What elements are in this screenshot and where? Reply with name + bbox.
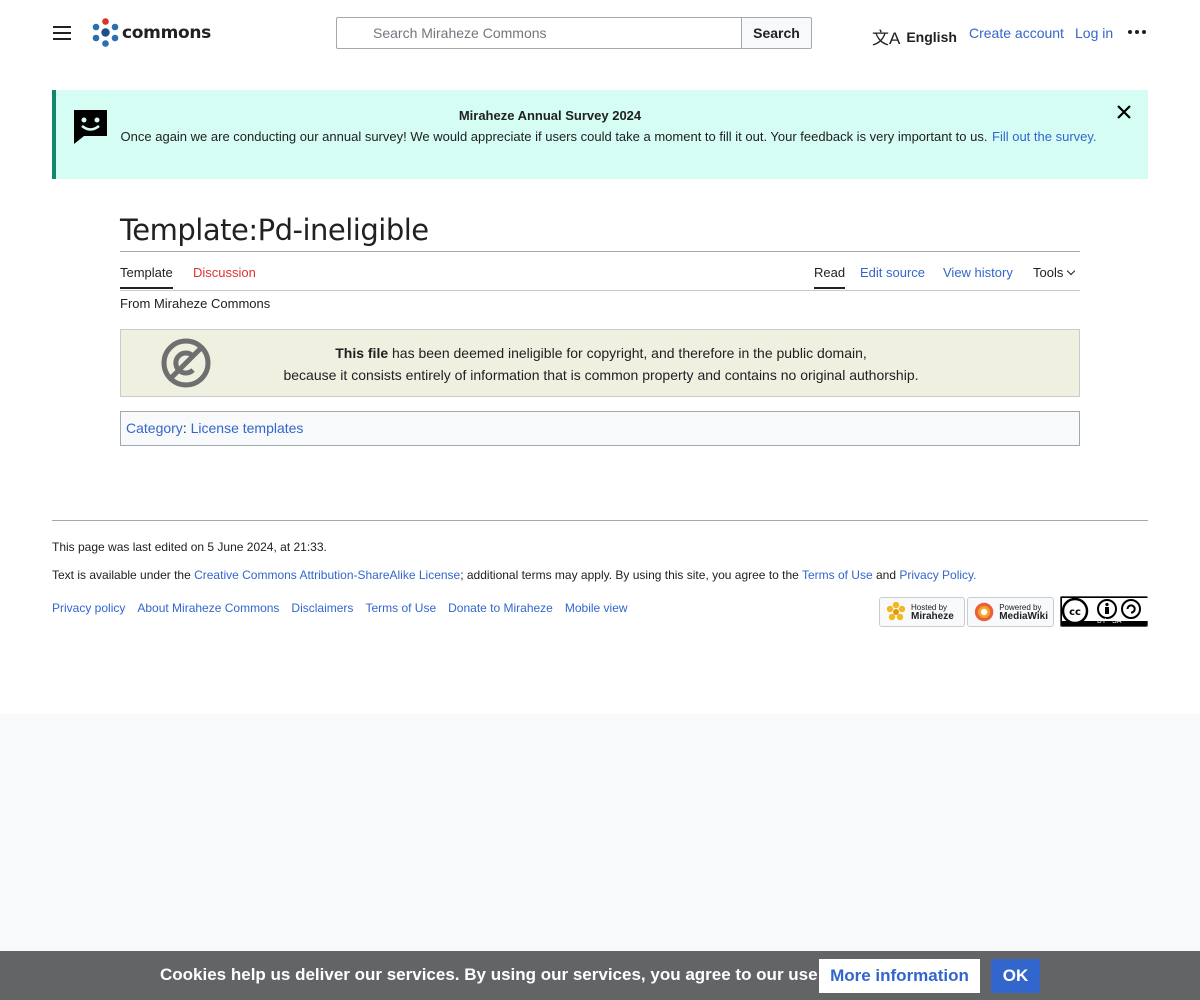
footer-link-disclaimers[interactable]: Disclaimers: [291, 601, 353, 615]
page-body: commons Search 文A English Create account…: [0, 0, 1200, 714]
translate-icon: 文A: [872, 29, 901, 48]
cookie-consent-bar: Cookies help us deliver our services. By…: [0, 951, 1200, 1000]
powered-by-name: MediaWiki: [999, 611, 1048, 622]
survey-link[interactable]: Fill out the survey.: [992, 127, 1097, 146]
svg-text:cc: cc: [1069, 607, 1081, 618]
close-icon[interactable]: [1116, 104, 1132, 120]
license-and: and: [872, 568, 900, 582]
tab-template[interactable]: Template: [120, 265, 173, 289]
privacy-policy-link[interactable]: Privacy Policy.: [899, 568, 976, 582]
cookie-text: Cookies help us deliver our services. By…: [160, 965, 912, 984]
footer-link-mobile[interactable]: Mobile view: [565, 601, 628, 615]
miraheze-flower-icon: [886, 601, 906, 621]
banner-title: Miraheze Annual Survey 2024: [458, 108, 642, 123]
language-selector[interactable]: 文A English: [872, 24, 957, 49]
login-link[interactable]: Log in: [1075, 25, 1113, 41]
search-box: [336, 17, 742, 49]
footer-link-about[interactable]: About Miraheze Commons: [137, 601, 279, 615]
chevron-down-icon: [1067, 266, 1076, 276]
banner-text: Once again we are conducting our annual …: [120, 129, 988, 144]
cookie-ok-button[interactable]: OK: [991, 959, 1040, 993]
ellipsis-icon[interactable]: [1128, 30, 1146, 34]
commons-logo-icon: [92, 18, 119, 47]
license-line-1-text: has been deemed ineligible for copyright…: [388, 345, 867, 361]
cookie-more-info-button[interactable]: More information: [819, 959, 980, 993]
tab-discussion[interactable]: Discussion: [193, 265, 256, 287]
search-input[interactable]: [337, 18, 742, 48]
hosted-by-miraheze-badge[interactable]: Hosted by Miraheze: [879, 597, 965, 627]
site-tagline: From Miraheze Commons: [120, 296, 271, 311]
public-domain-icon: [161, 338, 211, 388]
site-logo[interactable]: commons: [92, 18, 211, 47]
footer-divider: [52, 520, 1148, 521]
license-bold-lead: This file: [335, 345, 389, 361]
tab-view-history[interactable]: View history: [943, 265, 1013, 287]
cc-license-link[interactable]: Creative Commons Attribution-ShareAlike …: [194, 568, 460, 582]
tab-tools[interactable]: Tools: [1033, 265, 1076, 287]
search-button[interactable]: Search: [741, 17, 812, 49]
license-line-1: This file has been deemed ineligible for…: [241, 345, 961, 361]
tabs-divider: [120, 290, 1080, 291]
footer-link-terms[interactable]: Terms of Use: [365, 601, 436, 615]
category-separator: :: [182, 420, 191, 436]
category-box: Category: License templates: [120, 411, 1080, 446]
tab-tools-label: Tools: [1033, 265, 1064, 280]
license-box: This file has been deemed ineligible for…: [120, 329, 1080, 397]
logo-text: commons: [122, 22, 211, 43]
cc-by-sa-badge[interactable]: cc BY SA: [1060, 596, 1148, 627]
last-edited-text: This page was last edited on 5 June 2024…: [52, 540, 327, 554]
cc-badge-label: BY SA: [1097, 618, 1122, 625]
mediawiki-sunflower-icon: [974, 602, 994, 622]
category-link[interactable]: Category: [126, 420, 183, 436]
survey-banner: Miraheze Annual Survey 2024 Once again w…: [52, 90, 1148, 179]
search-icon: [349, 26, 363, 40]
footer-link-privacy[interactable]: Privacy policy: [52, 601, 125, 615]
language-label: English: [906, 28, 957, 45]
page-title: Template:Pd-ineligible: [120, 213, 429, 247]
footer-link-donate[interactable]: Donate to Miraheze: [448, 601, 553, 615]
footer-links: Privacy policy About Miraheze Commons Di…: [52, 601, 628, 615]
tab-edit-source[interactable]: Edit source: [860, 265, 925, 287]
footer-license-text: Text is available under the Creative Com…: [52, 568, 977, 582]
hamburger-menu-icon[interactable]: [53, 25, 71, 41]
hosted-by-name: Miraheze: [911, 611, 954, 622]
license-prefix: Text is available under the: [52, 568, 195, 582]
terms-link[interactable]: Terms of Use: [802, 568, 873, 582]
license-line-2: because it consists entirely of informat…: [283, 367, 919, 383]
license-mid: ; additional terms may apply. By using t…: [460, 568, 802, 582]
create-account-link[interactable]: Create account: [969, 25, 1064, 41]
title-divider: [120, 251, 1080, 252]
powered-by-mediawiki-badge[interactable]: Powered by MediaWiki: [967, 597, 1054, 627]
category-item-license-templates[interactable]: License templates: [191, 420, 304, 436]
tab-read[interactable]: Read: [814, 265, 846, 289]
